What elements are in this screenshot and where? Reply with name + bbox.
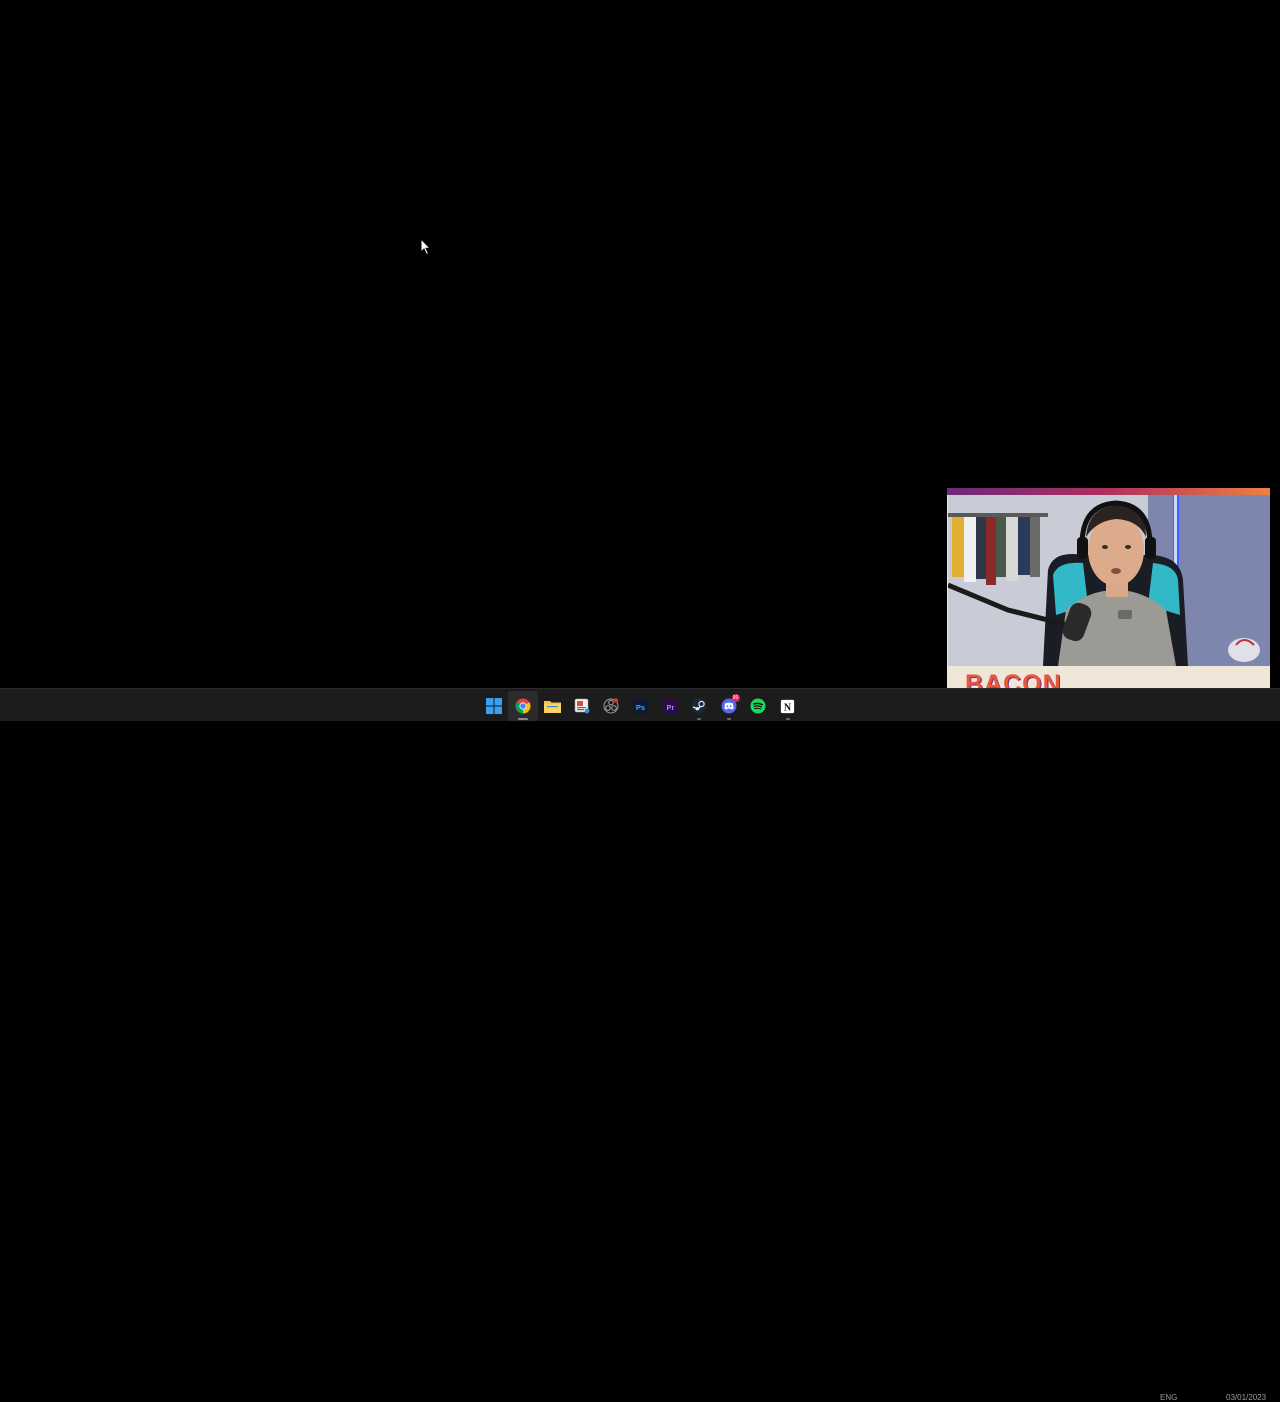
chrome-icon [515,698,531,714]
folder-icon [543,701,561,713]
taskbar-chrome[interactable] [508,691,538,721]
taskbar-discord[interactable]: 99 [714,691,743,721]
photoshop-icon: Ps [633,698,649,714]
steam-icon [691,698,707,714]
webcam-overlay: BACON [947,488,1270,710]
notion-icon: N [780,698,795,714]
taskbar-davinci[interactable] [597,691,626,721]
taskbar-photoshop[interactable]: Ps [626,691,655,721]
svg-text:Ps: Ps [636,702,645,711]
start-button[interactable] [479,691,508,721]
mouse-cursor-icon [420,238,432,256]
taskbar-spotify[interactable] [744,691,773,721]
tray-language[interactable]: ENG [1160,1393,1177,1402]
webcam-video-feed [948,495,1270,666]
svg-text:N: N [784,702,792,713]
discord-notification-badge: 99 [731,694,740,702]
taskbar-file-explorer[interactable] [538,691,567,721]
tray-date[interactable]: 03/01/2023 [1226,1393,1266,1402]
taskbar-premiere[interactable]: Pr [655,691,684,721]
taskbar-steam[interactable] [685,691,714,721]
davinci-resolve-icon [603,698,619,714]
windows-start-icon [485,698,502,714]
taskbar-apps: Ps Pr 99 N [479,691,802,721]
taskbar-notion[interactable]: N [773,691,802,721]
taskbar-snipping-tool[interactable] [567,691,596,721]
svg-text:Pr: Pr [666,702,674,711]
taskbar: Ps Pr 99 N ENG 03/01/2023 [0,688,1280,1402]
webcam-accent-bar [947,488,1270,495]
spotify-icon [750,698,766,714]
premiere-pro-icon: Pr [662,698,678,714]
snipping-tool-icon [574,698,590,714]
